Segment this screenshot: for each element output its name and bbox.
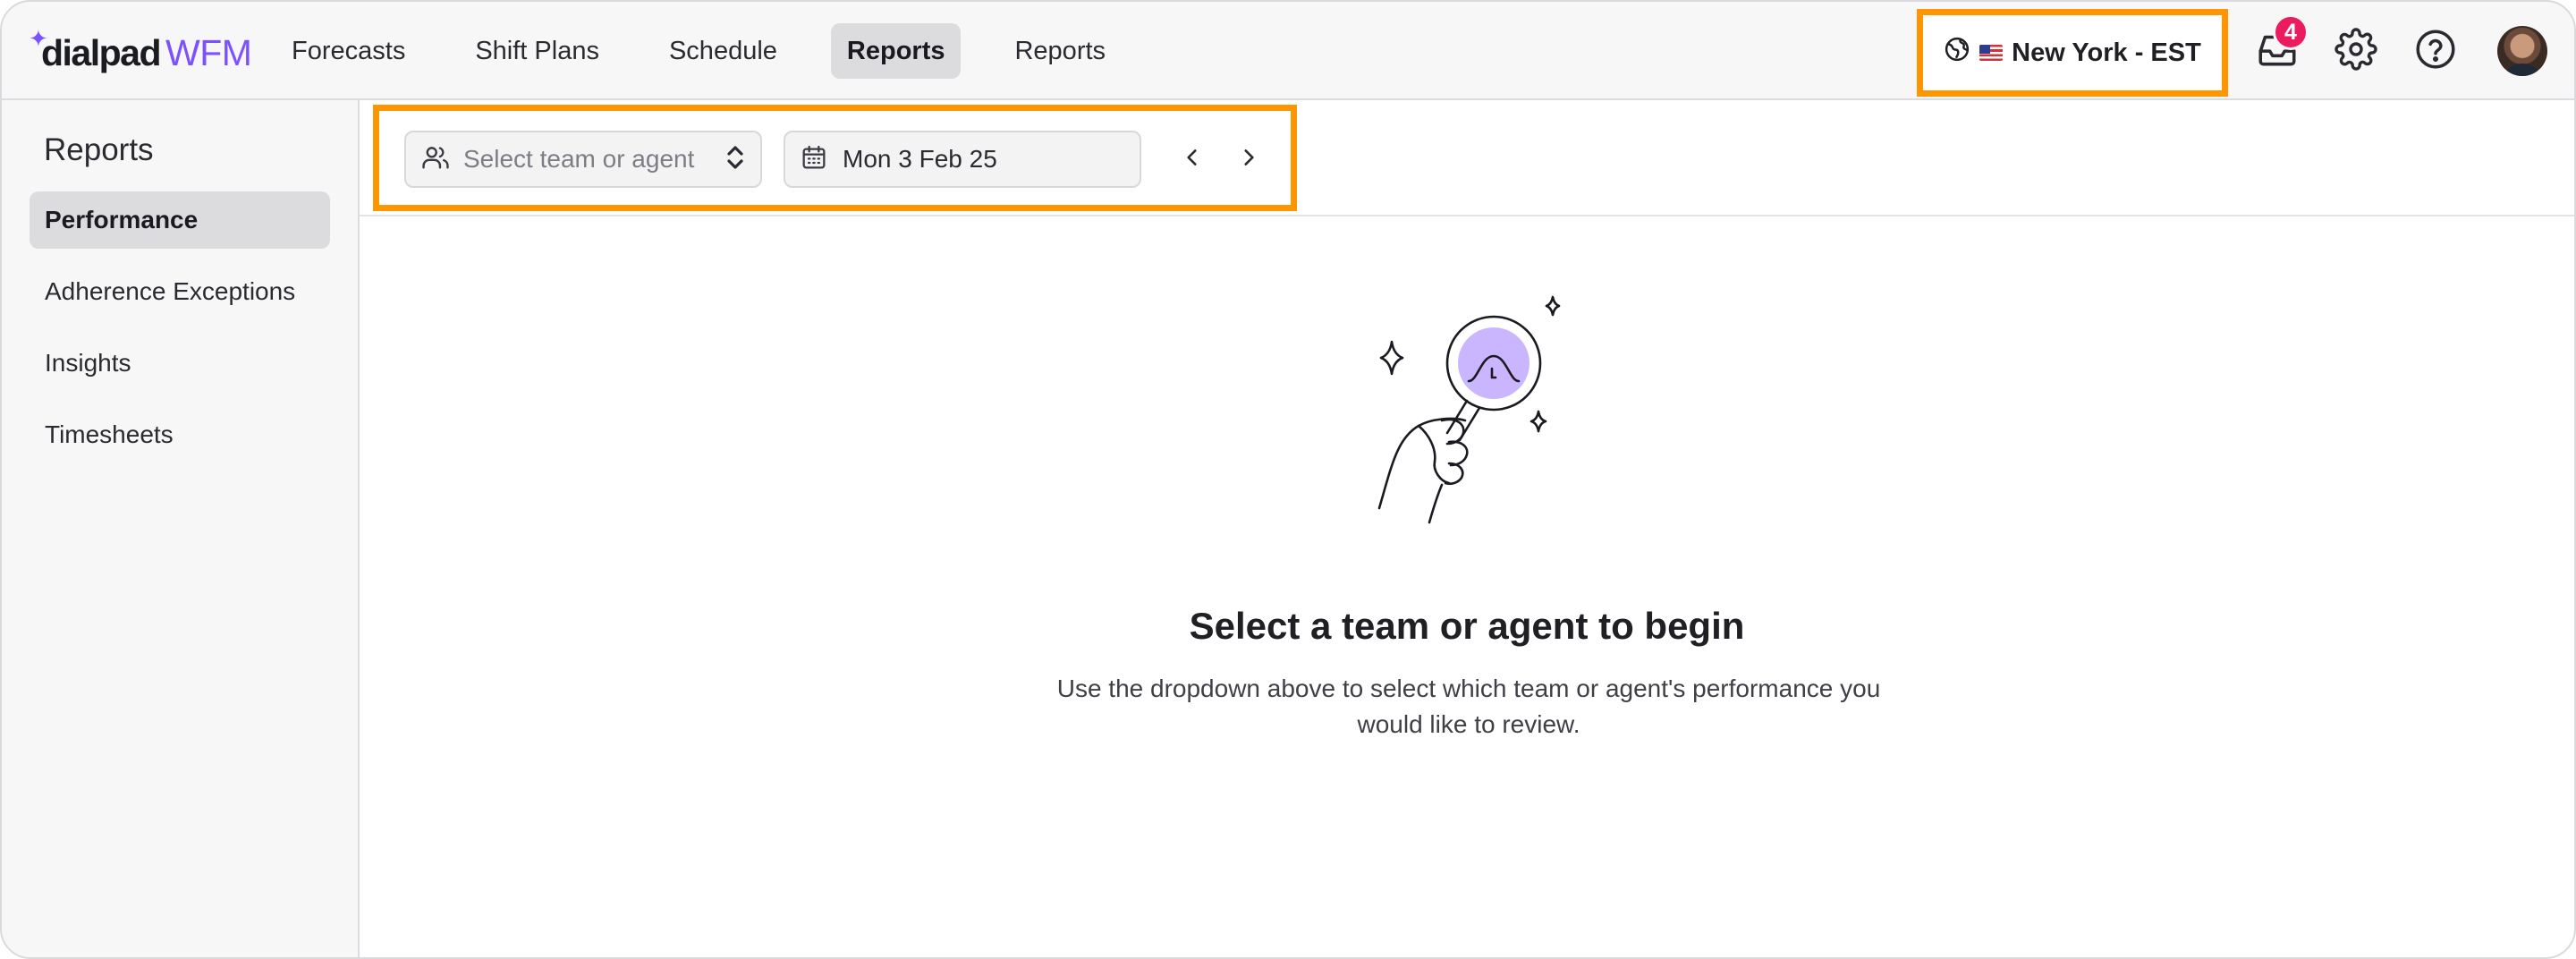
logo-product: WFM (165, 32, 252, 73)
empty-state-description: Use the dropdown above to select which t… (1056, 675, 1881, 738)
magnifier-illustration (1361, 286, 1576, 528)
settings-icon (2334, 27, 2377, 75)
empty-state-title: Select a team or agent to begin (1189, 605, 1745, 647)
team-agent-select[interactable]: Select team or agent (404, 131, 762, 188)
chevron-left-icon (1181, 146, 1204, 174)
nav-schedule[interactable]: Schedule (653, 23, 793, 79)
sparkle-icon: ✦ (29, 25, 48, 52)
nav-shift-plans[interactable]: Shift Plans (459, 23, 615, 79)
sidebar-item-timesheets[interactable]: Timesheets (30, 406, 330, 463)
globe-icon (1944, 36, 1970, 70)
sidebar-title: Reports (44, 132, 154, 167)
help-button[interactable] (2410, 25, 2462, 77)
toolbar-divider (360, 215, 2574, 216)
next-date-button[interactable] (1231, 141, 1267, 177)
timezone-label: New York - EST (2012, 38, 2201, 67)
sidebar-item-insights[interactable]: Insights (30, 335, 330, 392)
sidebar-item-performance[interactable]: Performance (30, 191, 330, 249)
date-picker[interactable]: Mon 3 Feb 25 (784, 131, 1141, 188)
team-agent-placeholder: Select team or agent (463, 145, 695, 173)
previous-date-button[interactable] (1174, 141, 1210, 177)
users-icon (420, 142, 451, 177)
chevron-right-icon (1237, 146, 1260, 174)
date-value: Mon 3 Feb 25 (843, 145, 997, 173)
nav-forecasts[interactable]: Forecasts (275, 23, 421, 79)
sidebar-item-adherence-exceptions[interactable]: Adherence Exceptions (30, 263, 330, 320)
help-icon (2413, 27, 2458, 76)
calendar-icon (800, 143, 828, 176)
us-flag-icon (1979, 45, 2004, 61)
updown-icon (724, 143, 746, 176)
app-window: ✦ dialpad WFM Forecasts Shift Plans Sche… (0, 0, 2576, 959)
main-nav: Forecasts Shift Plans Schedule Reports R… (275, 23, 1159, 79)
top-bar: ✦ dialpad WFM Forecasts Shift Plans Sche… (2, 2, 2574, 100)
inbox-count-badge: 4 (2273, 14, 2309, 50)
nav-reports[interactable]: Reports (998, 23, 1122, 79)
sidebar: Reports Performance Adherence Exceptions… (2, 100, 360, 957)
dialpad-wfm-logo[interactable]: ✦ dialpad WFM (29, 25, 252, 77)
inbox-button[interactable]: 4 (2251, 14, 2309, 77)
timezone-selector[interactable]: New York - EST (1917, 9, 2228, 97)
settings-button[interactable] (2330, 25, 2382, 77)
avatar[interactable] (2497, 26, 2547, 76)
logo-word: dialpad (41, 32, 162, 73)
nav-reports-active[interactable]: Reports (830, 23, 962, 79)
